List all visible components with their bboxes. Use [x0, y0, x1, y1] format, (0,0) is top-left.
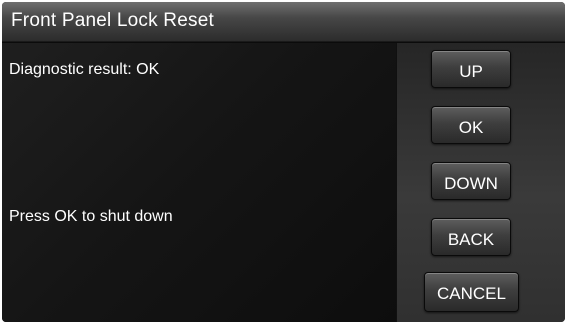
ok-button[interactable]: OK — [431, 106, 511, 144]
diagnostic-result-text: Diagnostic result: OK — [9, 61, 160, 78]
message-panel — [2, 43, 396, 322]
title-bar: Front Panel Lock Reset — [2, 2, 565, 42]
down-button[interactable]: DOWN — [431, 162, 511, 200]
instruction-text: Press OK to shut down — [9, 208, 173, 225]
cancel-button[interactable]: CANCEL — [424, 272, 519, 312]
up-button[interactable]: UP — [431, 50, 511, 88]
page-title: Front Panel Lock Reset — [11, 10, 214, 31]
back-button[interactable]: BACK — [431, 218, 511, 256]
